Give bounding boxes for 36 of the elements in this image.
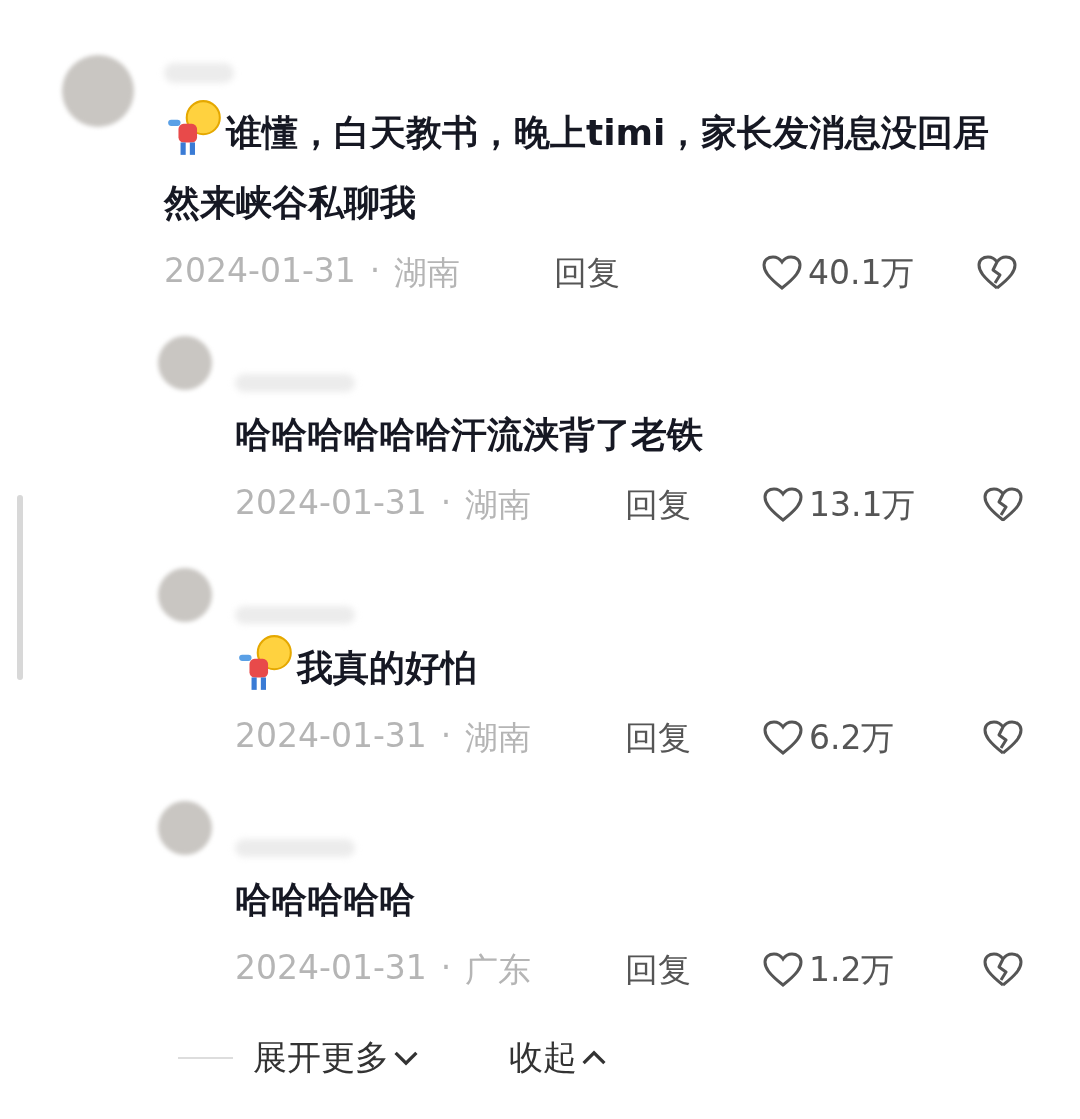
heart-icon[interactable] bbox=[763, 720, 803, 756]
comment-date: 2024-01-31 bbox=[235, 482, 427, 524]
broken-heart-icon[interactable] bbox=[983, 487, 1023, 523]
comment-text: 我真的好怕 bbox=[235, 632, 1070, 703]
like-count: 13.1万 bbox=[809, 483, 916, 526]
comment-location: 广东 bbox=[465, 948, 532, 991]
broken-heart-icon[interactable] bbox=[977, 255, 1017, 291]
reply-button[interactable]: 回复 bbox=[625, 715, 735, 761]
collapse-button[interactable]: 收起 bbox=[509, 1035, 607, 1081]
like-count: 6.2万 bbox=[809, 716, 895, 759]
reply-button[interactable]: 回复 bbox=[554, 250, 734, 296]
broken-heart-icon[interactable] bbox=[983, 952, 1023, 988]
expand-more-button[interactable]: 展开更多 bbox=[253, 1035, 419, 1081]
separator-dot: · bbox=[440, 482, 452, 524]
heart-icon[interactable] bbox=[762, 255, 802, 291]
reply-button[interactable]: 回复 bbox=[625, 482, 735, 528]
reply-button[interactable]: 回复 bbox=[625, 947, 735, 993]
separator-dot: · bbox=[440, 947, 452, 989]
comment-date: 2024-01-31 bbox=[235, 947, 427, 989]
separator-dot: · bbox=[369, 250, 381, 292]
broken-heart-icon[interactable] bbox=[983, 720, 1023, 756]
heart-icon[interactable] bbox=[763, 952, 803, 988]
comment-date: 2024-01-31 bbox=[164, 250, 356, 292]
like-count: 1.2万 bbox=[809, 948, 895, 991]
comment-location: 湖南 bbox=[465, 483, 532, 526]
comment-date: 2024-01-31 bbox=[235, 715, 427, 757]
comment-location: 湖南 bbox=[465, 716, 532, 759]
comment-location: 湖南 bbox=[394, 251, 461, 294]
comment-text: 哈哈哈哈哈 bbox=[235, 878, 416, 922]
chevron-up-icon bbox=[581, 1050, 607, 1066]
chevron-down-icon bbox=[393, 1050, 419, 1066]
comment-text: 哈哈哈哈哈哈汗流浃背了老铁 bbox=[235, 413, 704, 457]
heart-icon[interactable] bbox=[763, 487, 803, 523]
comment-text: 谁懂，白天教书，晚上timi，家长发消息没回居然来峡谷私聊我 bbox=[164, 97, 999, 238]
like-count: 40.1万 bbox=[808, 251, 915, 294]
separator-dot: · bbox=[440, 715, 452, 757]
